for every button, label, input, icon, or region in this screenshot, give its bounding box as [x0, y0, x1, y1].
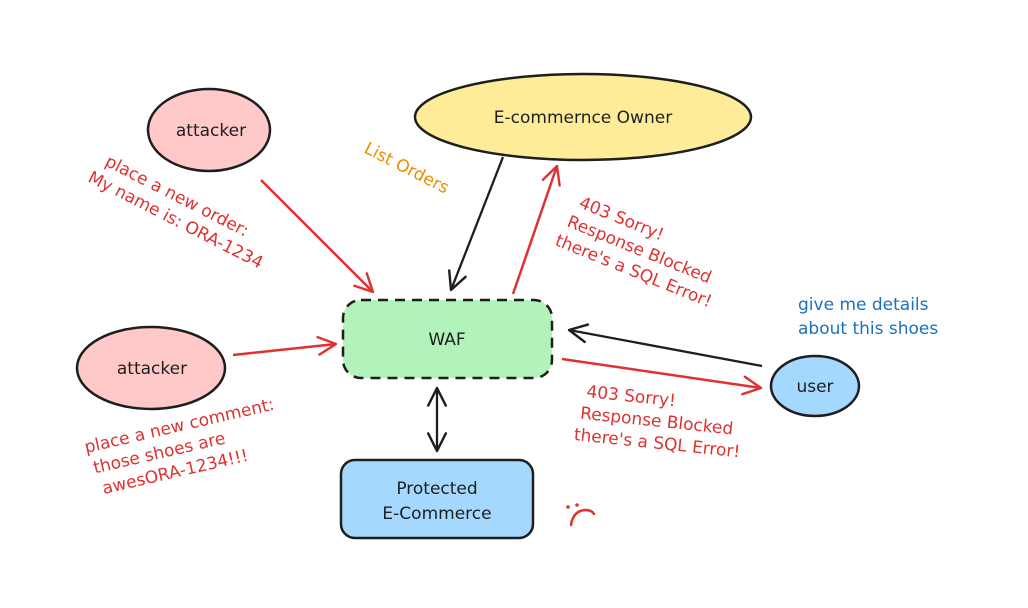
attacker-top-node[interactable]: attacker [146, 87, 272, 173]
note-user-request-line-2: about this shoes [798, 319, 938, 339]
arrow-owner-to-waf [448, 156, 505, 292]
arrow-attacker-top-to-waf [260, 179, 375, 294]
attacker-top-label: attacker [176, 121, 246, 141]
waf-label: WAF [428, 330, 465, 350]
sad-face-icon [566, 503, 596, 527]
owner-label: E-commernce Owner [494, 108, 672, 128]
arrow-waf-to-owner [511, 164, 561, 295]
note-owner-blocked: 403 Sorry! Response Blocked there's a SQ… [552, 193, 714, 312]
ecommerce-shape [339, 458, 535, 540]
note-list-orders-line-1: List Orders [361, 139, 452, 199]
waf-node[interactable]: WAF [341, 298, 554, 380]
note-comment-request: place a new comment: those shoes are awe… [83, 395, 277, 499]
ecommerce-label-line-2: E-Commerce [382, 504, 491, 524]
user-node[interactable]: user [769, 354, 861, 418]
note-user-blocked: 403 Sorry! Response Blocked there's a SQ… [573, 382, 741, 462]
note-user-request-line-1: give me details [798, 295, 929, 315]
ecommerce-node[interactable]: Protected E-Commerce [339, 458, 535, 540]
owner-node[interactable]: E-commernce Owner [413, 72, 753, 162]
note-user-request: give me details about this shoes [798, 295, 938, 339]
attacker-bottom-label: attacker [117, 359, 187, 379]
arrow-attacker-bottom-to-waf [232, 335, 338, 357]
diagram-svg: attacker attacker E-commernce Owner WAF … [75, 72, 938, 540]
diagram-canvas: attacker attacker E-commernce Owner WAF … [0, 0, 1028, 608]
note-list-orders: List Orders [361, 139, 452, 199]
ecommerce-label-line-1: Protected [396, 479, 477, 499]
attacker-bottom-node[interactable]: attacker [75, 325, 227, 411]
arrow-user-to-waf [567, 323, 763, 368]
user-label: user [796, 377, 833, 397]
